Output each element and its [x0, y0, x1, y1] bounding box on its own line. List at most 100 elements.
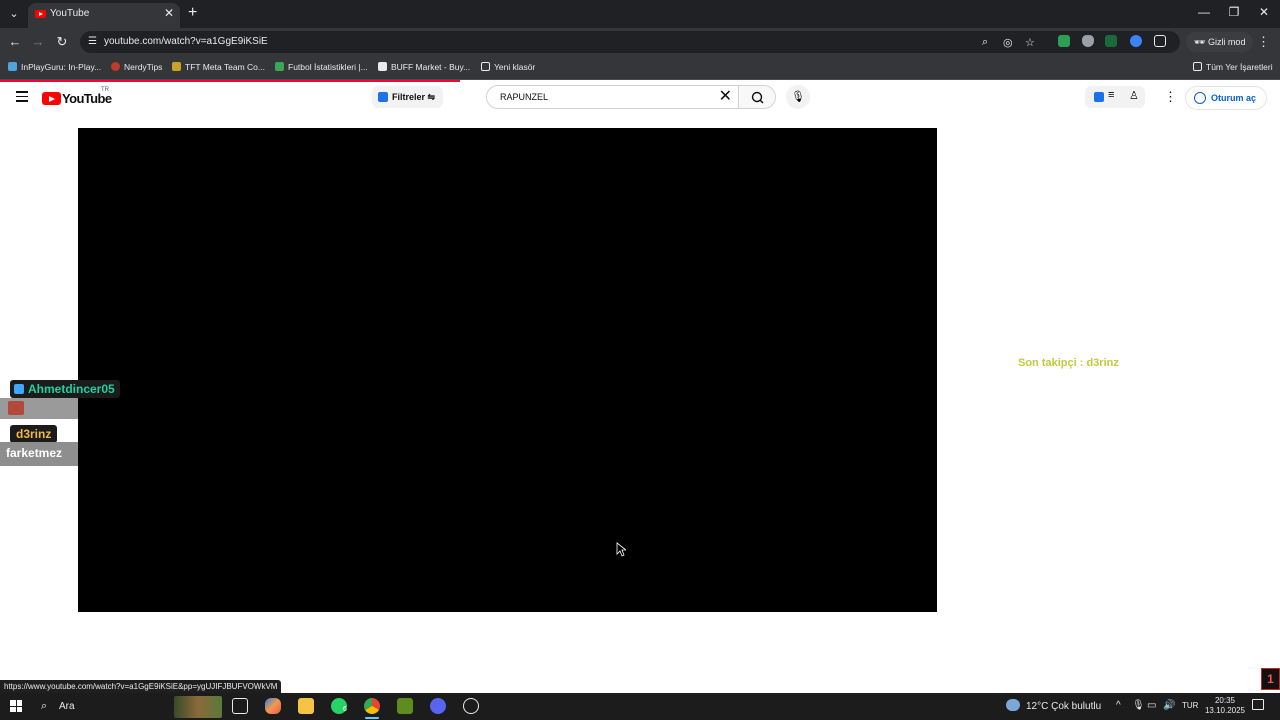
- extension-blue-icon[interactable]: [1130, 35, 1142, 47]
- bookmark-folder[interactable]: Yeni klasör: [481, 62, 535, 72]
- active-app-indicator: [365, 717, 379, 719]
- start-menu-icon[interactable]: [10, 700, 22, 712]
- eye-off-icon[interactable]: ◎: [1003, 36, 1013, 49]
- all-bookmarks-folder[interactable]: Tüm Yer İşaretleri: [1193, 62, 1273, 72]
- volume-icon[interactable]: 🔊: [1163, 700, 1175, 711]
- whatsapp-badge: 6: [343, 706, 347, 713]
- obs-icon[interactable]: [463, 698, 479, 714]
- country-code: TR: [101, 87, 109, 93]
- award-icon[interactable]: ♙: [1129, 89, 1139, 102]
- youtube-logo[interactable]: YouTube TR: [42, 87, 112, 108]
- forward-icon[interactable]: →: [29, 34, 47, 49]
- bookmark-item[interactable]: BUFF Market - Buy...: [378, 62, 470, 72]
- microphone-icon[interactable]: 🎙: [1132, 700, 1145, 711]
- minimize-icon[interactable]: —: [1189, 5, 1219, 19]
- restore-icon[interactable]: ❐: [1219, 5, 1249, 19]
- bookmark-favicon-icon: [275, 62, 284, 71]
- emote-icon: [8, 401, 24, 415]
- discord-icon[interactable]: [430, 698, 446, 714]
- taskbar-search-placeholder: Ara: [59, 701, 75, 712]
- incognito-indicator[interactable]: 🕶 Gizli mod: [1186, 32, 1254, 52]
- filter-extension-icon: [378, 92, 388, 102]
- bookmark-item[interactable]: Futbol İstatistikleri |...: [275, 62, 368, 72]
- chrome-menu-icon[interactable]: ⋮: [1257, 34, 1270, 50]
- clock-date: 13.10.2025: [1204, 706, 1246, 715]
- window-close-icon[interactable]: ✕: [1249, 5, 1279, 19]
- site-info-icon[interactable]: ☰: [88, 36, 100, 48]
- new-tab-icon[interactable]: +: [188, 4, 197, 22]
- bookmark-item[interactable]: TFT Meta Team Co...: [172, 62, 265, 72]
- weather-widget[interactable]: 12°C Çok bulutlu: [1006, 699, 1101, 712]
- search-icon: ⌕: [41, 700, 48, 712]
- clock[interactable]: 20:35 13.10.2025: [1203, 696, 1247, 716]
- link-preview-status: https://www.youtube.com/watch?v=a1GgE9iK…: [0, 680, 282, 693]
- zoom-icon[interactable]: ⌕: [982, 36, 988, 49]
- back-icon[interactable]: ←: [6, 34, 24, 49]
- bookmark-star-icon[interactable]: ☆: [1025, 36, 1035, 49]
- account-icon: [1194, 92, 1206, 104]
- tray-overflow-icon[interactable]: ^: [1116, 700, 1121, 711]
- extension-shield-icon[interactable]: [1082, 35, 1094, 47]
- chrome-icon[interactable]: [364, 698, 380, 714]
- search-query[interactable]: RAPUNZEL: [500, 92, 548, 102]
- chat-message: [0, 398, 78, 419]
- clear-search-icon[interactable]: ✕: [719, 88, 732, 106]
- task-view-icon[interactable]: [232, 698, 248, 714]
- settings-menu-icon[interactable]: ⋮: [1164, 89, 1177, 105]
- windows-taskbar: ⌕ Ara 6 12°C Çok bulutlu ^ 🎙 ▭ 🔊 TUR 20:…: [0, 693, 1280, 720]
- nvidia-icon[interactable]: [397, 698, 413, 714]
- folder-icon: [1193, 62, 1202, 71]
- clock-time: 20:35: [1214, 696, 1236, 705]
- browser-toolbar: ← → ↻ ☰ youtube.com/watch?v=a1GgE9iKSiE …: [0, 28, 1280, 56]
- search-highlight-image: [174, 696, 222, 718]
- weather-temp: 12°C: [1026, 701, 1049, 712]
- bookmark-item[interactable]: InPlayGuru: In-Play...: [8, 62, 101, 72]
- weather-cloud-icon: [1006, 699, 1020, 711]
- taskbar-search[interactable]: ⌕ Ara: [32, 695, 222, 718]
- network-icon[interactable]: ▭: [1147, 700, 1156, 711]
- bookmark-item[interactable]: NerdyTips: [111, 62, 162, 72]
- tab-youtube[interactable]: YouTube ✕: [28, 3, 180, 28]
- notifications-icon[interactable]: [1252, 699, 1264, 710]
- tab-search-icon[interactable]: ⌄: [4, 4, 24, 24]
- search-input[interactable]: RAPUNZEL ✕: [486, 85, 738, 109]
- file-explorer-icon[interactable]: [298, 698, 314, 714]
- youtube-header: YouTube TR Filtreler ⇋ RAPUNZEL ✕ 🎙 ≡ ♙ …: [0, 82, 1280, 114]
- tab-title: YouTube: [50, 8, 90, 19]
- last-follower-text: Son takipçi : d3rinz: [1018, 357, 1119, 369]
- incognito-label: Gizli mod: [1207, 37, 1246, 47]
- extension-icon[interactable]: [1094, 92, 1104, 102]
- copilot-icon[interactable]: [265, 698, 281, 714]
- language-indicator[interactable]: TUR: [1182, 701, 1198, 710]
- chat-message: farketmez: [0, 442, 78, 466]
- reload-icon[interactable]: ↻: [53, 34, 71, 50]
- folder-icon: [481, 62, 490, 71]
- chat-username: d3rinz: [10, 425, 58, 443]
- youtube-play-icon: [42, 92, 61, 106]
- tab-close-icon[interactable]: ✕: [164, 6, 174, 20]
- notification-badge: 1: [1261, 668, 1280, 690]
- incognito-icon: 🕶: [1194, 37, 1208, 47]
- logo-wordmark: YouTube: [62, 91, 112, 107]
- voice-search-icon[interactable]: 🎙: [786, 85, 810, 109]
- extension-buff-icon[interactable]: [1105, 35, 1117, 47]
- extension-green-icon[interactable]: [1058, 35, 1070, 47]
- video-player[interactable]: [78, 128, 937, 612]
- queue-icon[interactable]: ≡: [1108, 89, 1114, 101]
- search-button[interactable]: [738, 85, 776, 109]
- address-bar[interactable]: ☰ youtube.com/watch?v=a1GgE9iKSiE ⌕ ◎ ☆: [80, 31, 1180, 53]
- header-extension-group: ≡ ♙: [1085, 86, 1145, 108]
- extensions-puzzle-icon[interactable]: [1154, 35, 1166, 47]
- filters-button[interactable]: Filtreler ⇋: [372, 86, 444, 108]
- youtube-favicon-icon: [35, 10, 46, 18]
- signin-button[interactable]: Oturum aç: [1185, 86, 1268, 110]
- address-url[interactable]: youtube.com/watch?v=a1GgE9iKSiE: [104, 36, 268, 47]
- user-badge-icon: [14, 384, 24, 394]
- bookmark-favicon-icon: [378, 62, 387, 71]
- mouse-cursor-icon: [616, 542, 626, 557]
- sliders-icon: ⇋: [425, 92, 436, 102]
- browser-tab-strip: ⌄ YouTube ✕ + — ❐ ✕: [0, 0, 1280, 28]
- menu-icon[interactable]: [16, 91, 28, 105]
- bookmarks-bar: InPlayGuru: In-Play... NerdyTips TFT Met…: [0, 56, 1280, 80]
- chat-username: Ahmetdincer05: [10, 380, 120, 398]
